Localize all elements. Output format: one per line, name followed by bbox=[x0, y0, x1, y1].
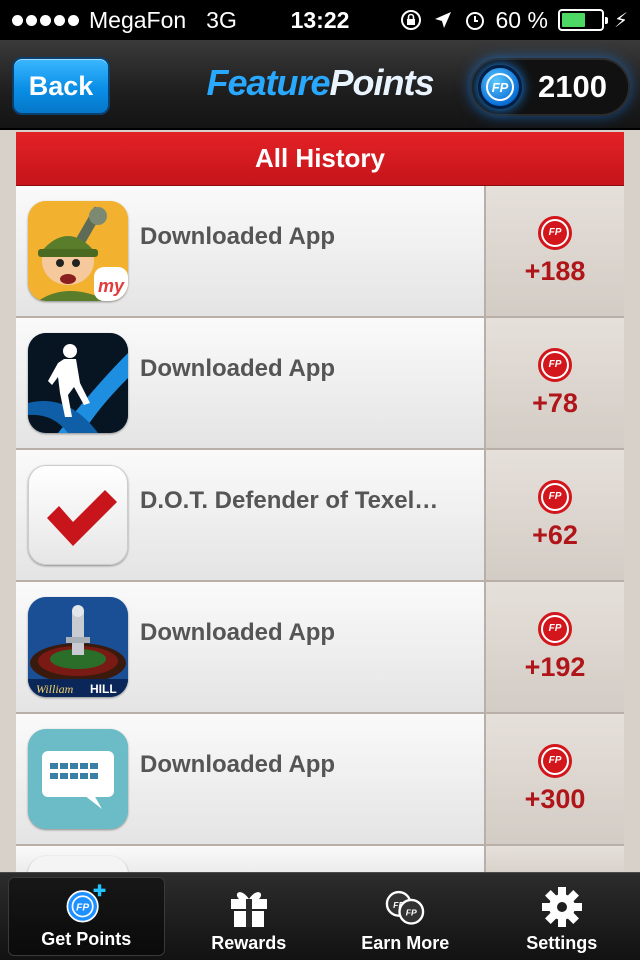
keyboard-chat-app-icon bbox=[28, 729, 128, 829]
app-icon bbox=[28, 856, 128, 872]
battery-icon bbox=[557, 9, 608, 31]
history-row[interactable]: D.O.T. Defender of Texel ... FP +62 bbox=[16, 450, 624, 582]
fp-coin-icon: FP bbox=[538, 611, 572, 646]
tab-label: Rewards bbox=[211, 933, 287, 953]
coin-label: FP bbox=[543, 616, 567, 641]
fp-coin-icon: FP bbox=[538, 743, 572, 778]
rotation-lock-icon bbox=[400, 9, 422, 31]
section-title: All History bbox=[16, 132, 624, 186]
history-row-main: Downloaded App bbox=[16, 318, 486, 448]
tab-rewards[interactable]: Rewards bbox=[171, 873, 328, 960]
points-earned: +62 bbox=[532, 519, 578, 550]
svg-text:FP: FP bbox=[76, 903, 89, 914]
points-total: 2100 bbox=[538, 69, 607, 104]
gear-icon bbox=[540, 883, 584, 931]
history-row-points: FP +192 bbox=[486, 582, 624, 712]
soldier-app-icon: my bbox=[28, 201, 128, 301]
coin-label: FP bbox=[543, 748, 567, 773]
points-earned: +300 bbox=[524, 783, 586, 814]
fp-coin-icon: FP bbox=[478, 65, 522, 109]
history-row[interactable]: my Downloaded App FP +188 bbox=[16, 186, 624, 318]
points-earned: +78 bbox=[532, 387, 578, 418]
history-row-main bbox=[16, 846, 486, 872]
fp-coin-label: FP bbox=[486, 73, 514, 101]
checkmark-app-icon bbox=[28, 465, 128, 565]
points-earned: +192 bbox=[524, 651, 586, 682]
history-row[interactable]: William HILL Downloaded App FP +192 bbox=[16, 582, 624, 714]
fp-plus-icon: FP bbox=[64, 879, 108, 927]
app-header: Back FeaturePoints FP 2100 bbox=[0, 40, 640, 130]
history-row-points: FP +300 bbox=[486, 714, 624, 844]
app-logo: FeaturePoints bbox=[190, 62, 450, 104]
svg-text:my: my bbox=[98, 276, 125, 296]
history-row-points: FP +188 bbox=[486, 186, 624, 316]
fp-coin-icon: FP bbox=[538, 347, 572, 382]
coin-label: FP bbox=[543, 352, 567, 377]
history-row-title: D.O.T. Defender of Texel ... bbox=[140, 487, 440, 514]
history-row-main: my Downloaded App bbox=[16, 186, 486, 316]
fp-coin-icon: FP bbox=[538, 215, 572, 250]
carrier-name: MegaFon bbox=[89, 6, 187, 33]
history-row-main: Downloaded App bbox=[16, 714, 486, 844]
runner-app-icon bbox=[28, 333, 128, 433]
history-row-points: FP +62 bbox=[486, 450, 624, 580]
tab-settings[interactable]: Settings bbox=[484, 873, 640, 960]
gift-icon bbox=[227, 883, 271, 931]
coin-label: FP bbox=[543, 484, 567, 509]
svg-text:HILL: HILL bbox=[90, 682, 117, 696]
charging-bolt-icon: ⚡ bbox=[613, 9, 628, 32]
history-row-title: Downloaded App bbox=[140, 751, 336, 778]
tab-label: Get Points bbox=[41, 929, 132, 949]
history-row-points bbox=[486, 846, 624, 872]
history-row-title: Downloaded App bbox=[140, 355, 336, 382]
points-balance[interactable]: FP 2100 bbox=[470, 58, 630, 116]
history-list[interactable]: All History my Downloaded App FP +188 Do… bbox=[16, 132, 624, 872]
tab-label: Earn More bbox=[361, 933, 450, 953]
history-row[interactable]: Downloaded App FP +78 bbox=[16, 318, 624, 450]
logo-points-text: Points bbox=[329, 62, 435, 103]
coin-label: FP bbox=[543, 220, 567, 245]
logo-feature-text: Feature bbox=[206, 62, 330, 103]
battery-percent: 60 % bbox=[495, 6, 548, 33]
back-button[interactable]: Back bbox=[12, 57, 110, 115]
points-earned: +188 bbox=[524, 255, 586, 286]
status-bar: MegaFon 3G 13:22 60 % ⚡ bbox=[0, 0, 640, 40]
history-row-main: William HILL Downloaded App bbox=[16, 582, 486, 712]
roulette-app-icon: William HILL bbox=[28, 597, 128, 697]
history-row-points: FP +78 bbox=[486, 318, 624, 448]
svg-text:William: William bbox=[36, 682, 74, 696]
coins-icon: FP FP bbox=[383, 883, 427, 931]
location-arrow-icon bbox=[432, 9, 454, 31]
history-row-partial[interactable] bbox=[16, 846, 624, 872]
tab-get-points[interactable]: FP Get Points bbox=[8, 877, 165, 956]
tab-bar: FP Get Points Rewards FP FP Earn More Se… bbox=[0, 872, 640, 960]
history-row-title: Downloaded App bbox=[140, 619, 336, 646]
svg-text:FP: FP bbox=[406, 908, 417, 918]
signal-strength-icon bbox=[12, 14, 79, 26]
tab-label: Settings bbox=[526, 933, 598, 953]
fp-coin-icon: FP bbox=[538, 479, 572, 514]
history-row[interactable]: Downloaded App FP +300 bbox=[16, 714, 624, 846]
alarm-icon bbox=[464, 9, 486, 31]
battery-level-fill bbox=[561, 13, 585, 27]
history-row-title: Downloaded App bbox=[140, 223, 336, 250]
history-row-main: D.O.T. Defender of Texel ... bbox=[16, 450, 486, 580]
network-type: 3G bbox=[206, 6, 237, 33]
tab-earn-more[interactable]: FP FP Earn More bbox=[327, 873, 484, 960]
